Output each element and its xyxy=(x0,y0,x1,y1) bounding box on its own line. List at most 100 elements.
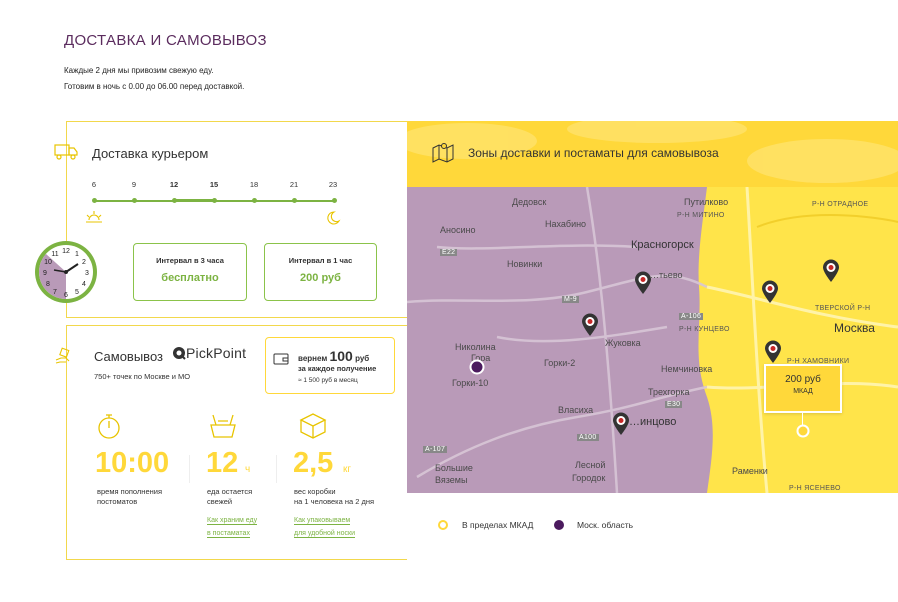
svg-text:7: 7 xyxy=(53,289,57,296)
hour-label: 12 xyxy=(169,180,179,189)
mkad-marker-icon[interactable] xyxy=(796,424,810,443)
map-label: Р-Н МИТИНО xyxy=(677,212,725,219)
timeline-highlight xyxy=(174,199,214,202)
sunrise-icon xyxy=(84,209,104,230)
delivery-truck-icon xyxy=(53,142,79,167)
map-label: Раменки xyxy=(732,466,768,476)
legend-region-label: Моск. область xyxy=(577,520,634,530)
map-label: Аносино xyxy=(440,225,476,235)
refund-box: вернем 100 руб за каждое получение ≈ 1 5… xyxy=(265,337,395,394)
map-label: М-9 xyxy=(562,296,579,303)
stopwatch-icon xyxy=(96,412,122,445)
map-label: Новинки xyxy=(507,259,543,269)
map-pin-icon[interactable] xyxy=(761,280,779,309)
map-label: ТВЕРСКОЙ Р-Н xyxy=(815,305,871,312)
map-label: Николина xyxy=(455,342,496,352)
map-label: Немчиновка xyxy=(661,364,713,374)
legend-inside-mkad-label: В пределах МКАД xyxy=(462,520,534,530)
map-label: Р-Н ОТРАДНОЕ xyxy=(812,201,869,208)
hour-label: 9 xyxy=(131,180,137,189)
map-label: Трехгорка xyxy=(648,387,690,397)
region-marker-icon[interactable] xyxy=(469,359,485,380)
stat-desc: свежей xyxy=(207,497,233,506)
timeline-dot xyxy=(332,198,337,203)
moon-icon xyxy=(325,210,341,231)
map-pin-icon[interactable] xyxy=(822,259,840,288)
stat-unit-freshness: ч xyxy=(245,464,251,475)
map-label: Путилково xyxy=(684,197,729,207)
stat-desc: постоматов xyxy=(97,497,138,506)
timeline-dot xyxy=(292,198,297,203)
package-icon xyxy=(298,412,328,445)
hour-label: 15 xyxy=(209,180,219,189)
timeline-dot xyxy=(172,198,177,203)
hour-label: 21 xyxy=(289,180,299,189)
map-pin-icon[interactable] xyxy=(634,271,652,300)
timeline-dot xyxy=(212,198,217,203)
pickpoint-logo-icon xyxy=(172,346,186,365)
page-subtitle-line2: Готовим в ночь с 0.00 до 06.00 перед дос… xyxy=(64,82,245,91)
map-label: Вяземы xyxy=(435,475,468,485)
stat-value-restock-time: 10:00 xyxy=(95,447,170,479)
delivery-timeline: 6 9 12 15 18 21 23 xyxy=(84,180,344,220)
map-label: А100 xyxy=(577,434,599,441)
interval-1h-price: 200 руб xyxy=(300,272,341,284)
interval-3h-title: Интервал в 3 часа xyxy=(156,256,224,265)
map-label: А-106 xyxy=(679,313,704,320)
svg-text:4: 4 xyxy=(82,281,86,288)
timeline-dot xyxy=(132,198,137,203)
refund-line2: за каждое получение xyxy=(298,364,377,373)
food-box-icon xyxy=(208,411,238,446)
svg-text:2: 2 xyxy=(82,259,86,266)
page-title: ДОСТАВКА И САМОВЫВОЗ xyxy=(64,32,267,49)
map-label: Власиха xyxy=(558,405,594,415)
refund-amount: 100 xyxy=(329,348,353,364)
delivery-map[interactable]: Дедовск Нахабино Путилково Р-Н МИТИНО Р-… xyxy=(407,187,898,493)
refund-unit: руб xyxy=(355,354,370,363)
svg-text:5: 5 xyxy=(75,289,79,296)
refund-prefix: вернем xyxy=(298,354,328,363)
hour-label: 6 xyxy=(91,180,97,189)
map-label: Большие xyxy=(435,463,473,473)
svg-text:1: 1 xyxy=(75,251,79,258)
map-label: Городок xyxy=(572,473,606,483)
map-label: А-107 xyxy=(423,446,448,453)
interval-1h-title: Интервал в 1 час xyxy=(288,256,353,265)
tooltip-price: 200 руб xyxy=(785,374,821,385)
storage-info-link[interactable]: Как храним еду в постаматах xyxy=(207,514,258,540)
map-label: Лесной xyxy=(575,460,606,470)
pickup-hand-icon xyxy=(53,346,73,371)
map-label: Р-Н ЯСЕНЕВО xyxy=(789,485,841,492)
stat-divider xyxy=(189,455,190,483)
stat-desc: вес коробки xyxy=(294,487,336,496)
map-pin-icon[interactable] xyxy=(612,412,630,441)
refund-note: ≈ 1 500 руб в месяц xyxy=(298,377,358,384)
stat-value-weight: 2,5 xyxy=(293,447,334,479)
stat-desc: на 1 человека на 2 дня xyxy=(294,497,375,506)
map-label: Нахабино xyxy=(545,219,587,229)
tooltip-label: МКАД xyxy=(793,388,813,395)
page-subtitle-line1: Каждые 2 дня мы привозим свежую еду. xyxy=(64,66,214,75)
map-label: E30 xyxy=(665,401,683,408)
pickup-heading: Самовывоз xyxy=(94,349,163,364)
legend-region-icon xyxy=(554,520,564,530)
timeline-dot xyxy=(92,198,97,203)
svg-text:8: 8 xyxy=(46,281,50,288)
stat-divider xyxy=(276,455,277,483)
clock-icon: 12 3 6 9 12 45 7 8 10 11 xyxy=(34,240,98,309)
interval-3h-price: бесплатно xyxy=(161,272,219,284)
wallet-icon xyxy=(273,352,289,371)
map-label: …тьево xyxy=(650,270,683,280)
map-label: Дедовск xyxy=(512,197,547,207)
stat-desc: еда остается xyxy=(207,487,253,496)
map-pin-icon[interactable] xyxy=(581,313,599,342)
svg-text:3: 3 xyxy=(85,270,89,277)
svg-text:11: 11 xyxy=(51,251,58,258)
courier-heading: Доставка курьером xyxy=(92,146,209,161)
hour-label: 18 xyxy=(249,180,259,189)
packaging-info-link[interactable]: Как упаковываем для удобной носки xyxy=(294,514,356,540)
svg-text:6: 6 xyxy=(64,292,68,299)
map-label: Горки-2 xyxy=(544,358,576,368)
interval-1h-option[interactable]: Интервал в 1 час 200 руб xyxy=(264,243,377,301)
interval-3h-option[interactable]: Интервал в 3 часа бесплатно xyxy=(133,243,247,301)
